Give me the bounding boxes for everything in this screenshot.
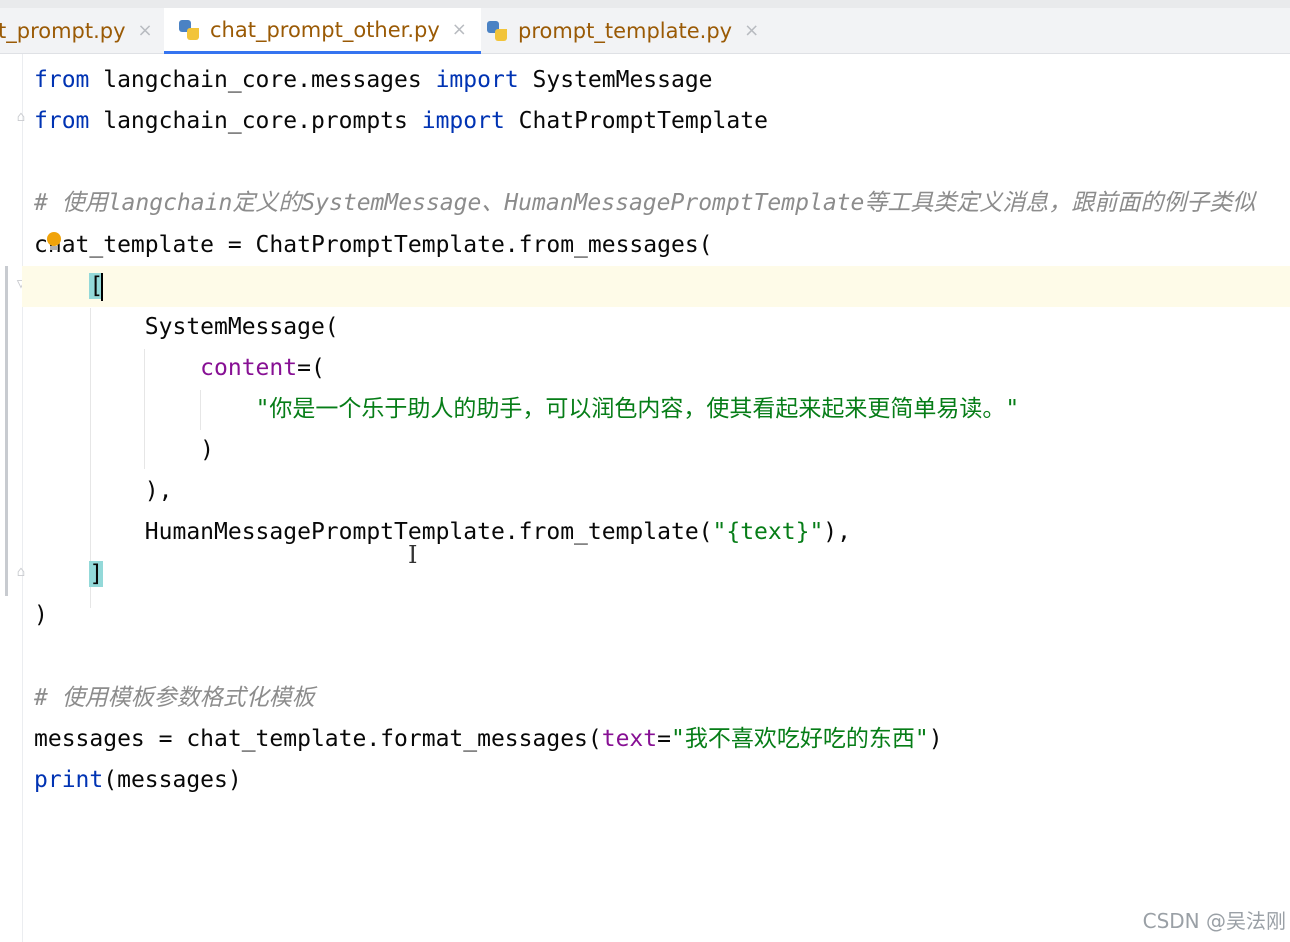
text-caret: [101, 272, 104, 301]
close-icon[interactable]: ×: [744, 20, 759, 41]
tab-label: chat_prompt_other.py: [210, 17, 440, 42]
code-editor[interactable]: from langchain_core.messages import Syst…: [22, 54, 1290, 942]
python-file-icon: [178, 19, 200, 41]
bracket-highlight: ]: [89, 561, 104, 587]
close-icon[interactable]: ×: [452, 19, 467, 40]
close-icon[interactable]: ×: [138, 20, 153, 41]
editor-gutter: ⌂ ▽ ⌂: [0, 54, 25, 942]
code-line-current: [: [22, 266, 1290, 307]
code-line: print(messages): [34, 767, 242, 793]
code-line: "你是一个乐于助人的助手，可以润色内容，使其看起来起来更简单易读。": [255, 396, 1020, 422]
tab-label: prompt_template.py: [518, 18, 733, 43]
editor-tab-bar: t_prompt.py × chat_prompt_other.py × pro…: [0, 0, 1290, 54]
tab-chat-prompt-other[interactable]: chat_prompt_other.py ×: [164, 8, 481, 54]
code-line: ),: [144, 478, 173, 504]
tab-t-prompt[interactable]: t_prompt.py ×: [0, 8, 153, 53]
change-marker: [5, 266, 8, 596]
fold-icon[interactable]: ⌂: [13, 109, 29, 125]
code-comment: # 使用langchain定义的SystemMessage、HumanMessa…: [34, 190, 1256, 216]
code-line: from langchain_core.prompts import ChatP…: [34, 108, 768, 134]
text-cursor-icon: I: [408, 541, 418, 569]
code-line: messages = chat_template.format_messages…: [34, 726, 943, 752]
lightbulb-icon[interactable]: [46, 232, 62, 250]
tab-prompt-template[interactable]: prompt_template.py ×: [486, 8, 759, 53]
code-comment: # 使用模板参数格式化模板: [34, 685, 315, 711]
code-line: SystemMessage(: [144, 314, 339, 340]
code-line: from langchain_core.messages import Syst…: [34, 67, 713, 93]
code-line: ]: [34, 554, 1290, 595]
code-line: ): [34, 602, 48, 628]
tab-label: t_prompt.py: [0, 18, 126, 43]
watermark: CSDN @吴法刚: [1142, 909, 1286, 933]
code-line: HumanMessagePromptTemplate.from_template…: [144, 519, 851, 545]
python-file-icon: [486, 20, 508, 42]
code-line: chat_template = ChatPromptTemplate.from_…: [34, 232, 713, 258]
code-line: content=(: [200, 355, 325, 381]
fold-icon[interactable]: ⌂: [13, 564, 29, 580]
code-line: ): [200, 437, 215, 463]
